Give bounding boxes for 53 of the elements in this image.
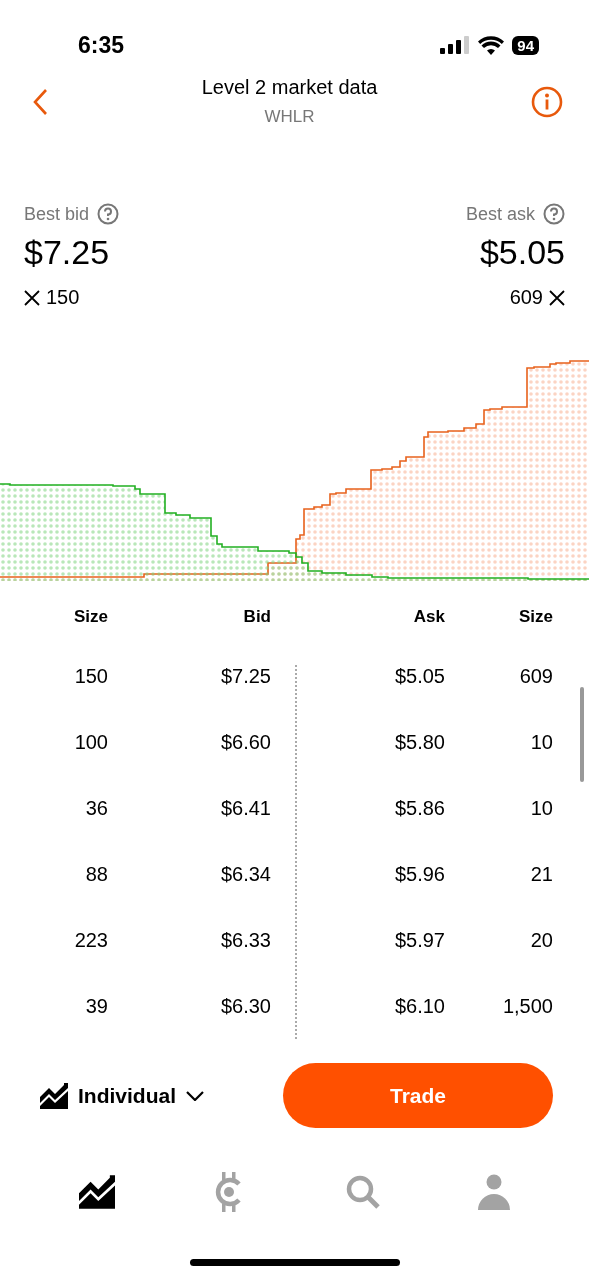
best-bid-price: $7.25: [24, 233, 111, 272]
table-cell-text: $5.86: [393, 796, 445, 820]
table-cell-text: $5.96: [393, 862, 445, 886]
table-cell-text: 10: [529, 730, 553, 754]
best-bid-size: 150: [46, 286, 80, 309]
table-cell-text: 39: [84, 994, 108, 1018]
info-icon[interactable]: [531, 85, 563, 118]
table-cell-text: $6.34: [219, 862, 271, 886]
column-header: Ask: [412, 607, 445, 627]
best-ask-size: 609: [509, 286, 543, 309]
search-tab[interactable]: [345, 1174, 382, 1210]
back-icon[interactable]: [32, 87, 48, 116]
ticker-symbol: WHLR: [264, 107, 315, 127]
wifi-icon: [478, 35, 505, 55]
table-cell-text: 150: [73, 664, 108, 688]
column-header: Size: [72, 607, 108, 627]
table-cell-text: $6.60: [219, 730, 271, 754]
account-selector[interactable]: Individual: [40, 1082, 204, 1109]
table-cell-text: 100: [73, 730, 108, 754]
table-cell-text: 223: [73, 928, 108, 952]
scrollbar[interactable]: [580, 687, 584, 782]
table-cell-text: 36: [84, 796, 108, 820]
battery-level: 94: [512, 35, 539, 55]
table-cell-text: $7.25: [219, 664, 271, 688]
table-cell-text: 609: [518, 664, 553, 688]
status-time: 6:35: [78, 31, 125, 59]
table-cell-text: $6.33: [219, 928, 271, 952]
table-cell-text: $6.30: [219, 994, 271, 1018]
times-icon: [24, 289, 40, 306]
best-ask-price: $5.05: [479, 233, 565, 272]
signal-icon: [440, 36, 471, 54]
table-cell-text: 21: [529, 862, 553, 886]
table-cell-text: $6.41: [219, 796, 271, 820]
help-icon[interactable]: [97, 203, 120, 225]
table-cell-text: $5.80: [393, 730, 445, 754]
column-header: Size: [517, 607, 553, 627]
table-cell-text: 88: [84, 862, 108, 886]
table-cell-text: 10: [529, 796, 553, 820]
chevron-down-icon: [186, 1090, 204, 1101]
page-title: Level 2 market data: [201, 76, 378, 99]
table-cell-text: $5.05: [393, 664, 445, 688]
table-cell-text: $5.97: [393, 928, 445, 952]
account-tab[interactable]: [478, 1174, 511, 1210]
best-bid-label: Best bid: [24, 203, 90, 225]
best-ask-label: Best ask: [465, 203, 535, 225]
chart-icon: [40, 1082, 68, 1109]
times-icon: [549, 289, 565, 306]
table-cell-text: 1,500: [501, 994, 553, 1018]
table-cell-text: 20: [529, 928, 553, 952]
help-icon[interactable]: [543, 203, 565, 225]
table-cell-text: $6.10: [393, 994, 445, 1018]
column-header: Bid: [242, 607, 271, 627]
portfolio-tab[interactable]: [78, 1175, 115, 1209]
